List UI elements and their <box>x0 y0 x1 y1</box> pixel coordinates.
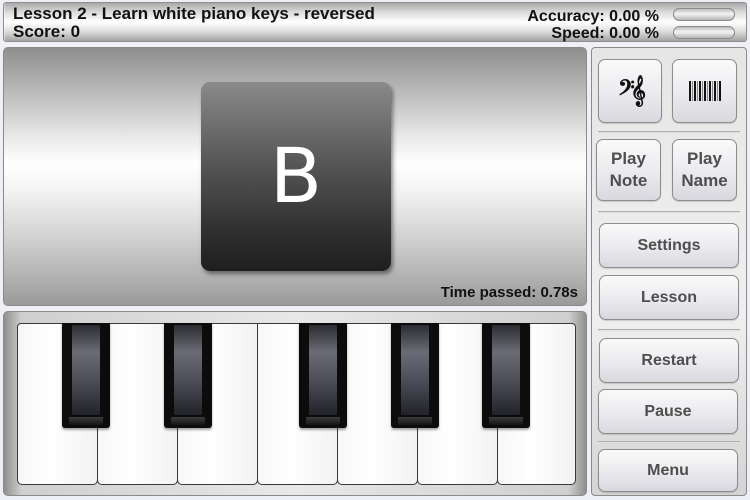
keyboard-mode-button[interactable] <box>672 59 737 123</box>
black-key-5[interactable] <box>482 323 530 428</box>
lesson-button[interactable]: Lesson <box>599 275 739 320</box>
black-key-3[interactable] <box>299 323 347 428</box>
play-note-line1: Play <box>611 149 646 168</box>
accuracy-progress-bar <box>673 8 735 21</box>
black-key-4[interactable] <box>391 323 439 428</box>
notation-mode-button[interactable]: 𝄢𝄞 <box>598 59 662 123</box>
settings-button[interactable]: Settings <box>599 223 739 268</box>
black-key-2[interactable] <box>164 323 212 428</box>
divider <box>598 329 740 331</box>
score-label: Score: 0 <box>13 22 81 41</box>
pause-button[interactable]: Pause <box>598 389 738 434</box>
piano-keyboard <box>3 311 587 496</box>
divider <box>598 441 740 443</box>
play-note-line2: Note <box>609 171 648 190</box>
divider <box>598 131 740 133</box>
current-note: B <box>269 130 323 220</box>
play-note-button[interactable]: Play Note <box>596 139 661 201</box>
play-name-line2: Name <box>681 171 728 190</box>
time-passed: Time passed: 0.78s <box>440 284 578 301</box>
play-name-button[interactable]: Play Name <box>672 139 737 201</box>
lesson-title: Lesson 2 - Learn white piano keys - reve… <box>13 4 375 23</box>
black-key-1[interactable] <box>62 323 110 428</box>
speed-progress-bar <box>673 26 735 39</box>
side-panel: 𝄢𝄞 Play Note Play Name Settings Lesson R… <box>591 47 747 496</box>
piano-keys <box>17 323 576 485</box>
piano-keyboard-icon <box>688 81 721 101</box>
restart-button[interactable]: Restart <box>599 338 739 383</box>
play-name-line1: Play <box>687 149 722 168</box>
accuracy-label: Accuracy: 0.00 % <box>527 8 659 25</box>
note-card: B <box>201 82 391 271</box>
note-display-panel: B Time passed: 0.78s <box>3 47 587 306</box>
divider <box>598 211 740 213</box>
menu-button[interactable]: Menu <box>598 449 738 492</box>
speed-label: Speed: 0.00 % <box>551 25 659 42</box>
header-bar: Lesson 2 - Learn white piano keys - reve… <box>3 2 747 42</box>
bass-treble-clef-icon: 𝄢𝄞 <box>617 76 646 106</box>
